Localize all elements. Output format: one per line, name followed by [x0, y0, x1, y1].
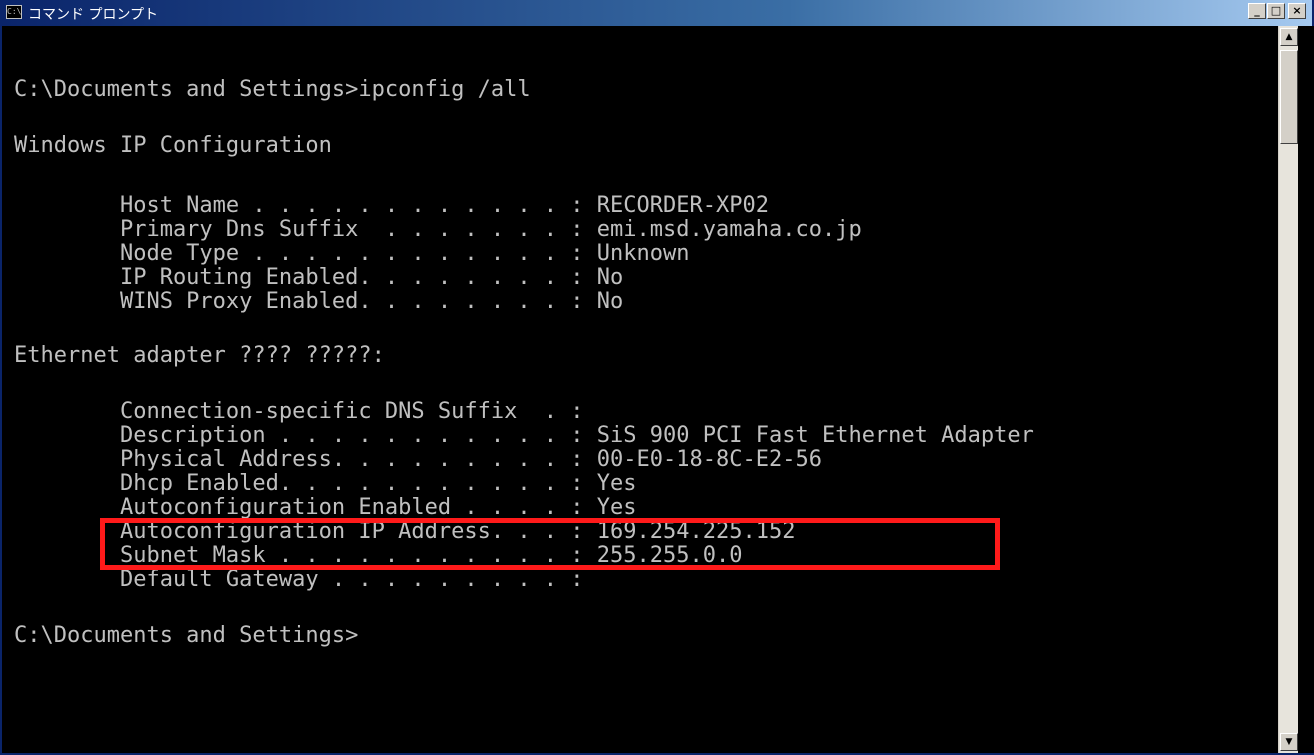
console-line: Node Type . . . . . . . . . . . . : Unkn…	[14, 241, 690, 266]
caption-buttons: _ □ ×	[1247, 3, 1306, 19]
scroll-up-button[interactable]: ▲	[1280, 28, 1298, 46]
close-button[interactable]: ×	[1288, 3, 1306, 19]
console-line: Connection-specific DNS Suffix . :	[14, 399, 584, 424]
window-title: コマンド プロンプト	[28, 7, 159, 23]
maximize-button[interactable]: □	[1267, 3, 1285, 19]
console-line: C:\Documents and Settings>ipconfig /all	[14, 77, 531, 102]
console-line: Default Gateway . . . . . . . . . :	[14, 567, 584, 592]
console-line: WINS Proxy Enabled. . . . . . . . : No	[14, 289, 624, 314]
console-line: Dhcp Enabled. . . . . . . . . . . : Yes	[14, 471, 637, 496]
console-line: Autoconfiguration Enabled . . . . : Yes	[14, 495, 637, 520]
console-line: Ethernet adapter ???? ?????:	[14, 343, 385, 368]
minimize-button[interactable]: _	[1248, 3, 1266, 19]
scrollbar-thumb[interactable]	[1280, 50, 1298, 144]
scroll-down-button[interactable]: ▼	[1280, 733, 1298, 751]
console-line: Description . . . . . . . . . . . : SiS …	[14, 423, 1034, 448]
command-prompt-window: C:\ コマンド プロンプト _ □ × C:\Documents and Se…	[0, 0, 1314, 755]
console-line: Physical Address. . . . . . . . . : 00-E…	[14, 447, 822, 472]
console-line: Primary Dns Suffix . . . . . . . : emi.m…	[14, 217, 862, 242]
title-bar[interactable]: C:\ コマンド プロンプト _ □ ×	[2, 0, 1312, 26]
console-output[interactable]: C:\Documents and Settings>ipconfig /all …	[6, 26, 1278, 753]
vertical-scrollbar[interactable]: ▲ ▼	[1278, 26, 1298, 753]
command-prompt-icon[interactable]: C:\	[6, 5, 22, 19]
console-line: Windows IP Configuration	[14, 133, 332, 158]
console-line: Host Name . . . . . . . . . . . . : RECO…	[14, 193, 769, 218]
window-right-edge	[1298, 26, 1314, 753]
console-prompt-line: C:\Documents and Settings>	[14, 623, 359, 648]
console-line: IP Routing Enabled. . . . . . . . : No	[14, 265, 624, 290]
red-highlight-box	[100, 518, 1000, 570]
